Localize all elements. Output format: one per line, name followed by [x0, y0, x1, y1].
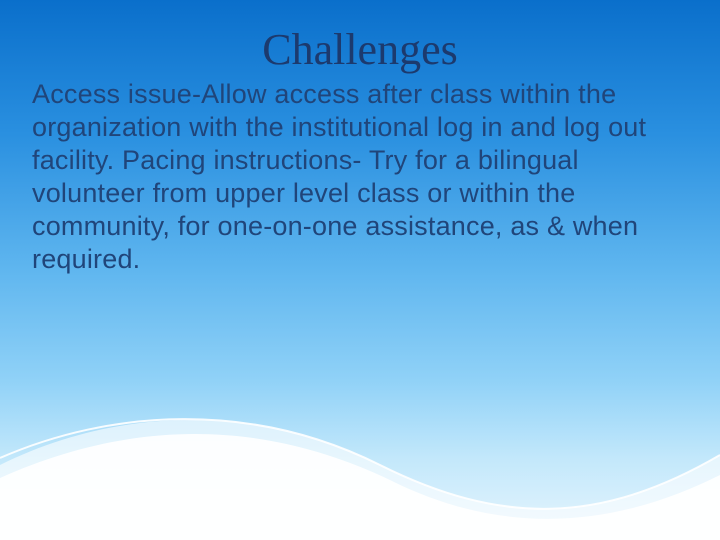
wave-decoration: [0, 340, 720, 540]
slide-content: Challenges Access issue-Allow access aft…: [0, 0, 720, 276]
slide-title: Challenges: [32, 28, 688, 72]
slide-body-text: Access issue-Allow access after class wi…: [32, 78, 688, 276]
slide: Challenges Access issue-Allow access aft…: [0, 0, 720, 540]
